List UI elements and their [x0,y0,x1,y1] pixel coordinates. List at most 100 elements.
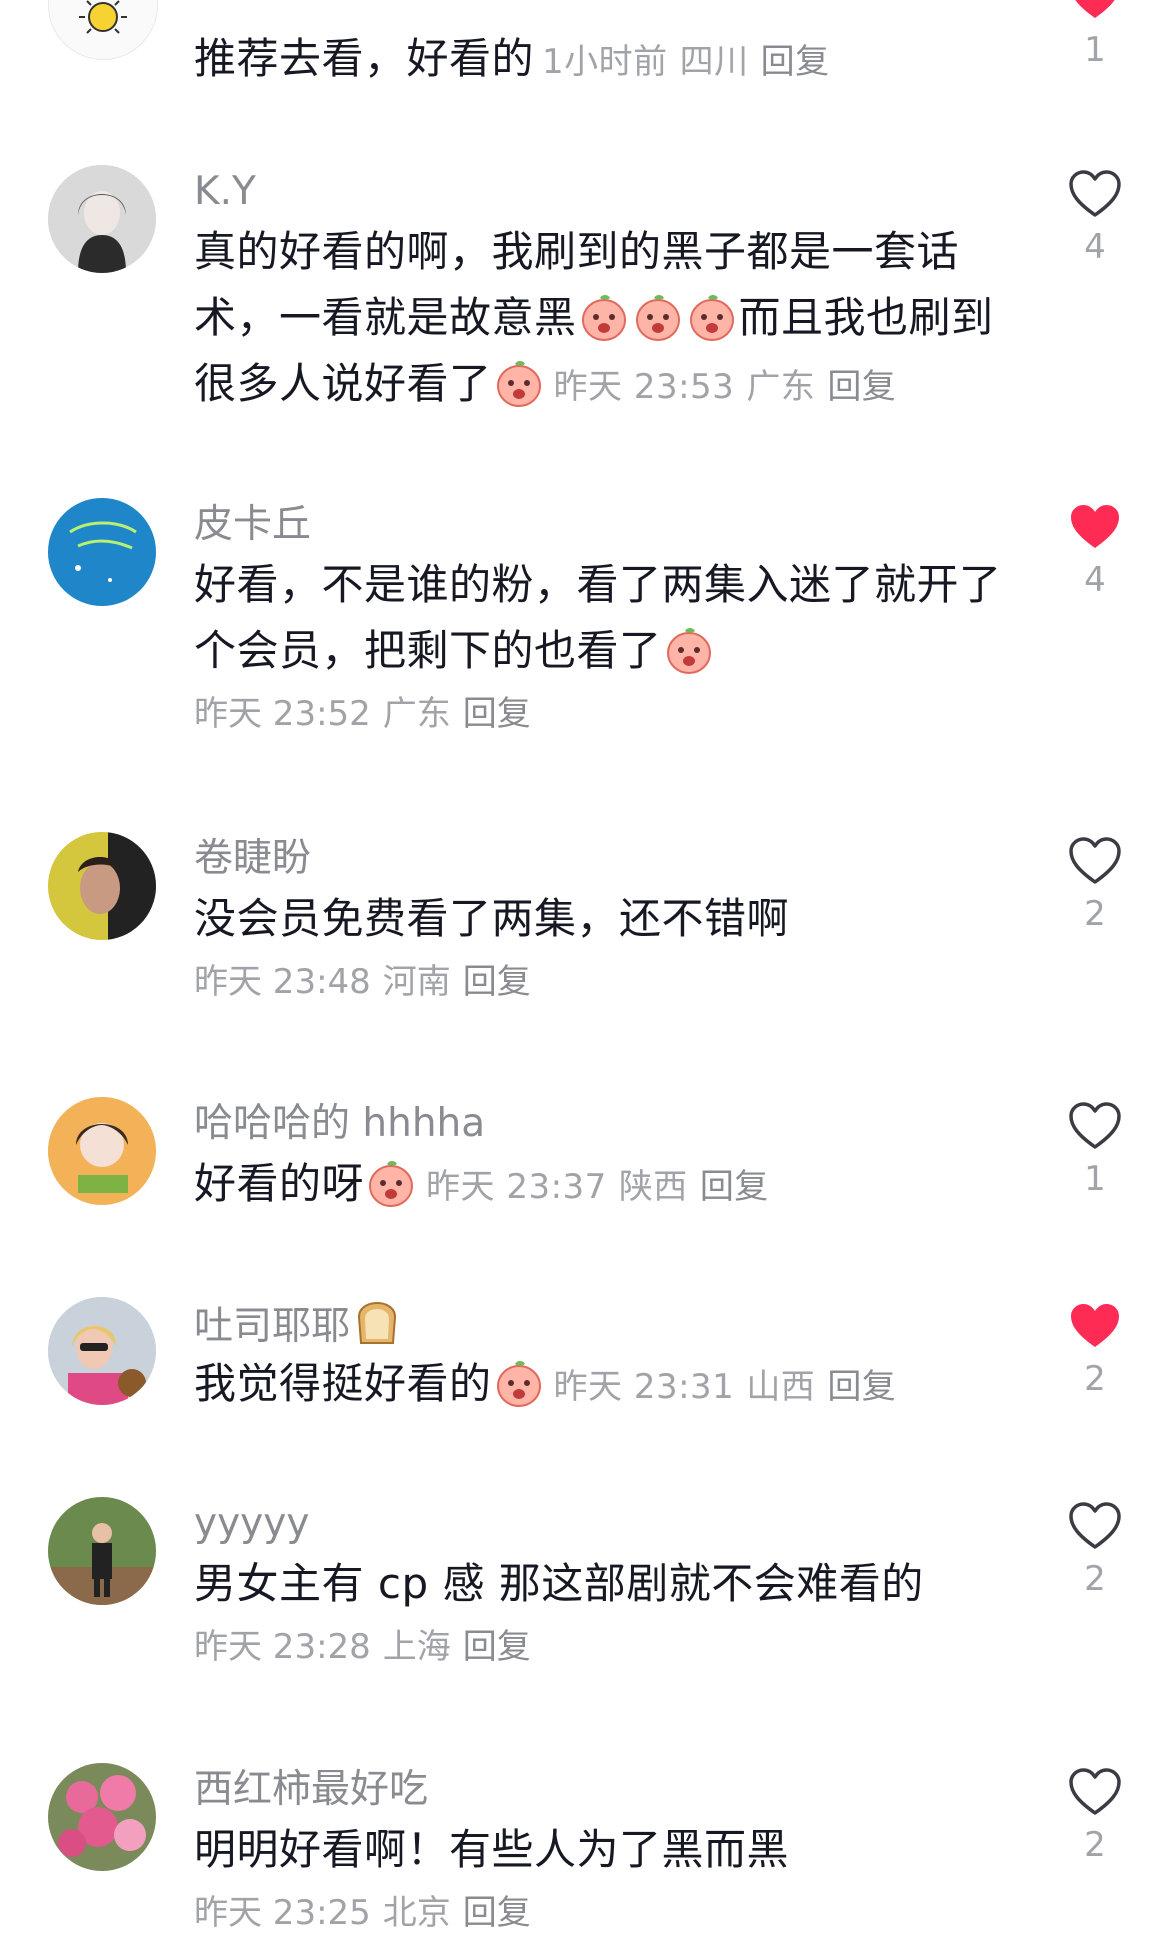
peach-emoji-icon [578,290,630,342]
comment-time: 昨天 23:25 [194,1893,371,1933]
username[interactable]: 西红柿最好吃 [194,1763,1024,1817]
avatar-image [48,1297,156,1405]
comment-text: 没会员免费看了两集，还不错啊 [194,894,790,943]
peach-emoji-icon [493,356,545,408]
avatar[interactable] [48,1497,156,1605]
comment-meta: 昨天 23:31 山西 回复 [554,1367,909,1407]
reply-button[interactable]: 回复 [463,694,531,734]
reply-button[interactable]: 回复 [700,1167,769,1207]
comment-body: 我觉得挺好看的 [194,1359,492,1408]
avatar[interactable] [48,498,156,606]
like-button[interactable]: 2 [1062,1767,1128,1865]
like-button[interactable]: 2 [1062,1301,1128,1399]
comment-body: 好看的呀 [194,1159,365,1208]
reply-button[interactable]: 回复 [463,1893,531,1933]
bread-emoji-icon [351,1297,403,1349]
comment-time: 昨天 23:48 [194,962,371,1002]
heart-outline-icon [1068,169,1122,219]
heart-filled-icon [1068,1301,1122,1351]
like-count: 4 [1084,227,1106,267]
avatar-image [48,165,156,273]
comment-text: 明明好看啊！有些人为了黑而黑 [194,1825,790,1874]
heart-outline-icon [1068,1101,1122,1151]
like-button[interactable]: 2 [1062,836,1128,934]
like-button[interactable]: 4 [1062,169,1128,267]
comment-body: 好看，不是谁的粉，看了两集入迷了就开了个会员，把剩下的也看了 [194,560,1002,675]
comment-text: 男女主有 cp 感 那这部剧就不会难看的 [194,1559,924,1608]
comment-meta: 昨天 23:37 陕西 回复 [426,1167,781,1207]
comment-location: 广东 [382,694,451,734]
peach-emoji-icon [663,623,715,675]
avatar-image [48,1497,156,1605]
username[interactable]: 哈哈哈的 hhhha [194,1097,1024,1151]
comment-text: 我觉得挺好看的 昨天 23:31 山西 回复 [194,1351,1024,1420]
username[interactable]: 卷睫盼 [194,832,1024,886]
reply-button[interactable]: 回复 [761,42,830,82]
avatar[interactable] [48,832,156,940]
username[interactable]: 吐司耶耶 [194,1297,1024,1351]
comment-meta: 昨天 23:53 广东 回复 [554,367,909,407]
heart-outline-icon [1068,1501,1122,1551]
avatar[interactable] [48,1763,156,1871]
comment-meta: 昨天 23:48 河南 回复 [194,952,1024,1012]
comment-time: 1小时前 [542,42,668,82]
comment-location: 陕西 [618,1167,688,1207]
peach-emoji-icon [365,1156,417,1208]
like-count: 2 [1084,1559,1106,1599]
peach-emoji-icon [686,290,738,342]
comment-time: 昨天 23:52 [194,694,371,734]
like-count: 1 [1084,1159,1106,1199]
username-text: 吐司耶耶 [194,1304,351,1349]
like-button[interactable]: 2 [1062,1501,1128,1599]
avatar-image [48,1763,156,1871]
reply-button[interactable]: 回复 [463,1627,531,1667]
like-button[interactable]: 1 [1062,0,1128,70]
avatar[interactable] [48,165,156,273]
comment-text: 好看，不是谁的粉，看了两集入迷了就开了个会员，把剩下的也看了 [194,552,1024,684]
comment-time: 昨天 23:28 [194,1627,371,1667]
like-count: 2 [1084,1825,1106,1865]
avatar[interactable] [48,1297,156,1405]
heart-filled-icon [1068,502,1122,552]
comment-location: 广东 [746,367,816,407]
comment-location: 河南 [382,962,451,1002]
comment-meta: 昨天 23:25 北京 回复 [194,1883,1024,1943]
comment-text: 推荐去看，好看的 1小时前 四川 回复 [194,26,1024,95]
heart-filled-icon [1068,0,1122,22]
reply-button[interactable]: 回复 [827,367,896,407]
avatar[interactable] [48,0,158,60]
username[interactable]: yyyyy [194,1497,1024,1551]
like-count: 2 [1084,1359,1106,1399]
username[interactable]: K.Y [194,165,1024,219]
heart-outline-icon [1068,836,1122,886]
comment-text: 真的好看的啊，我刷到的黑子都是一套话术，一看就是故意黑 而且我也刷到很多人说好看了… [194,219,1024,420]
comment-time: 昨天 23:31 [553,1367,735,1407]
comment-location: 山西 [746,1367,816,1407]
like-count: 4 [1084,560,1106,600]
comment-meta: 昨天 23:28 上海 回复 [194,1617,1024,1677]
reply-button[interactable]: 回复 [463,962,531,1002]
sun-avatar-image [49,0,157,59]
like-button[interactable]: 4 [1062,502,1128,600]
comment-location: 北京 [382,1893,451,1933]
comment-time: 昨天 23:37 [426,1167,607,1207]
reply-button[interactable]: 回复 [827,1367,896,1407]
comment-time: 昨天 23:53 [553,367,735,407]
like-button[interactable]: 1 [1062,1101,1128,1199]
avatar[interactable] [48,1097,156,1205]
avatar-image [48,1097,156,1205]
heart-outline-icon [1068,1767,1122,1817]
comment-meta: 昨天 23:52 广东 回复 [194,684,1024,744]
avatar-image [48,832,156,940]
comment-text: 好看的呀 昨天 23:37 陕西 回复 [194,1151,1024,1220]
like-count: 2 [1084,894,1106,934]
comment-body: 推荐去看，好看的 [194,34,535,83]
peach-emoji-icon [493,1356,545,1408]
comment-location: 上海 [382,1627,451,1667]
comment-meta: 1小时前 四川 回复 [542,42,842,82]
avatar-image [48,498,156,606]
peach-emoji-icon [632,290,684,342]
comment-location: 四川 [679,42,749,82]
username[interactable]: 皮卡丘 [194,498,1024,552]
like-count: 1 [1084,30,1106,70]
